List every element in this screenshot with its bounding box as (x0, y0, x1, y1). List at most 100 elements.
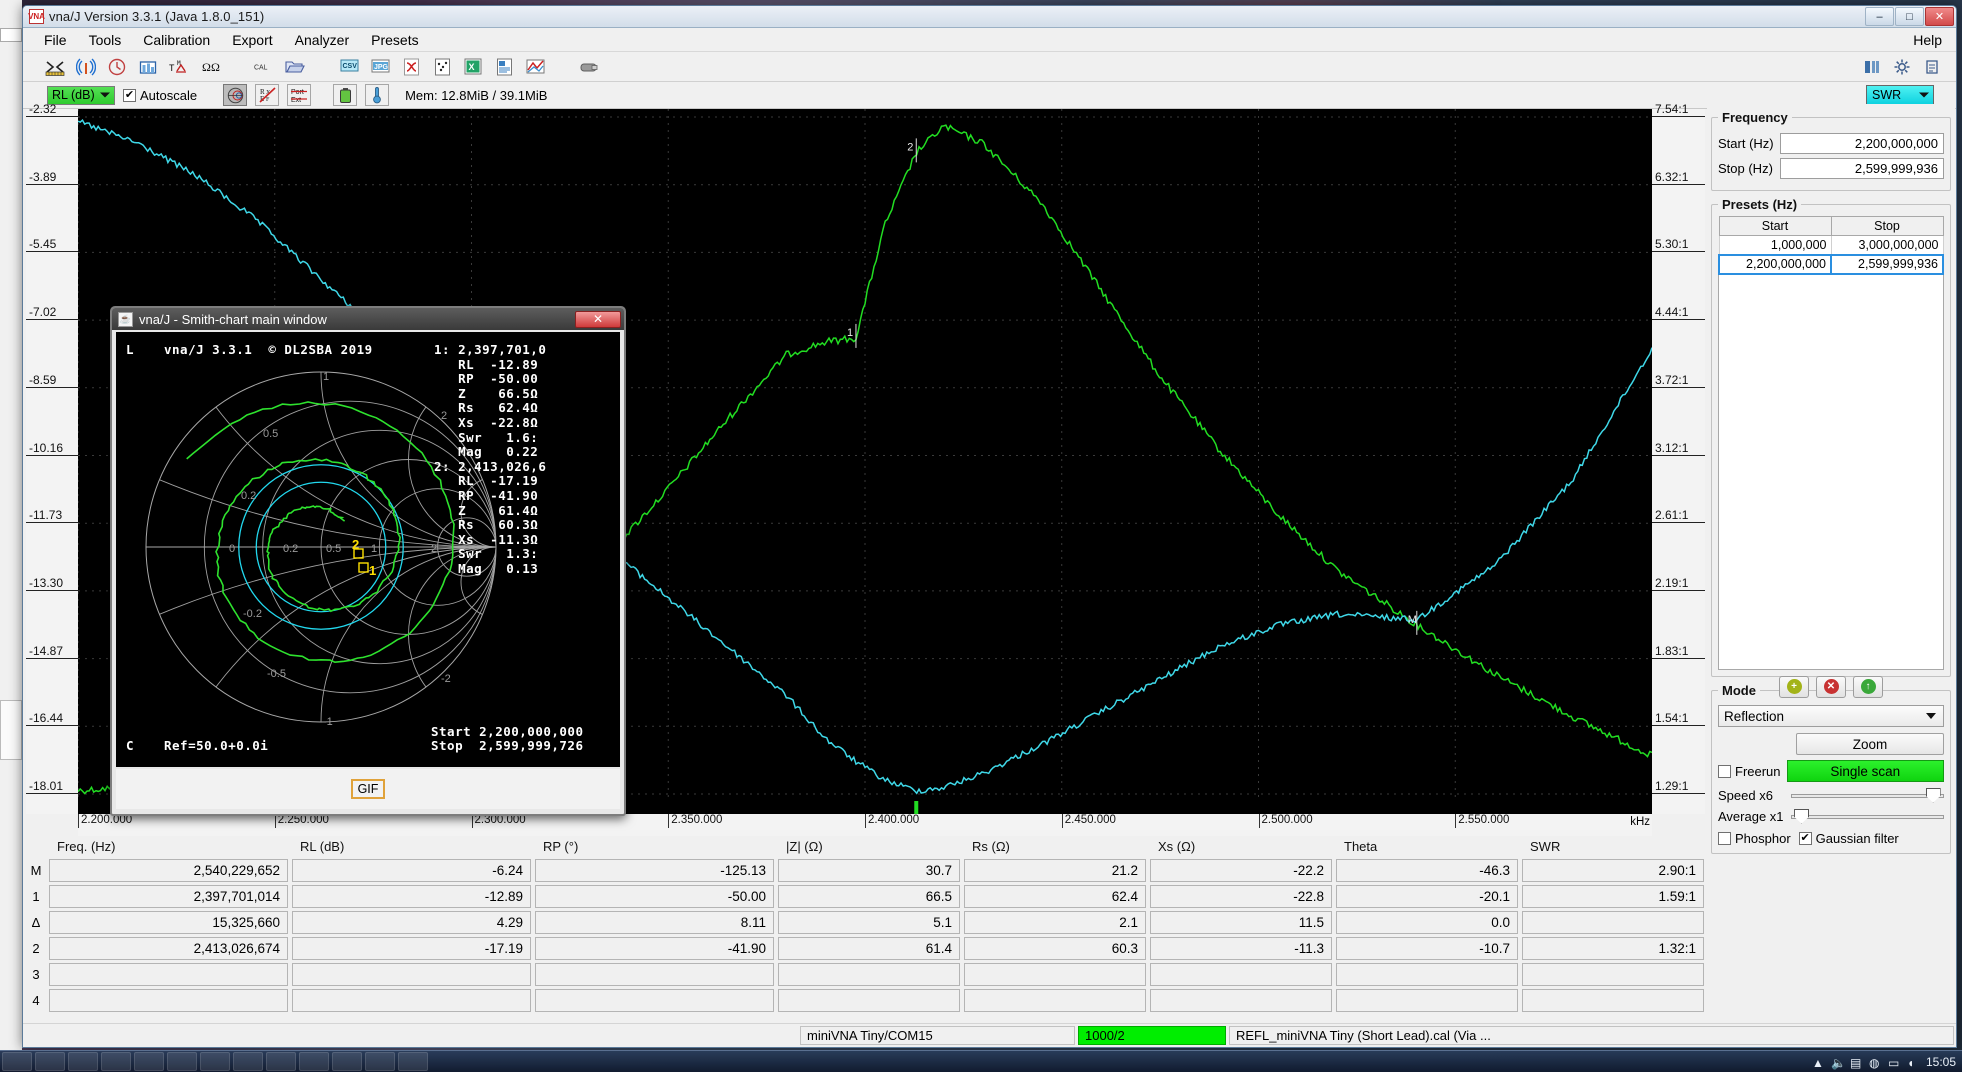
cal-icon[interactable]: CAL (254, 57, 274, 77)
table-cell-freq[interactable]: 2,413,026,674 (47, 935, 290, 961)
taskbar-item-2[interactable] (68, 1052, 98, 1071)
table-cell-z[interactable]: 66.5 (776, 883, 962, 909)
table-cell-rs[interactable]: 21.2 (962, 857, 1148, 883)
table-cell-rs[interactable] (962, 987, 1148, 1013)
usb-device-icon[interactable] (579, 57, 599, 77)
menu-file[interactable]: File (33, 29, 78, 51)
network-icon[interactable]: ◍ (1869, 1056, 1881, 1068)
table-row[interactable]: 12,397,701,014-12.89-50.0066.562.4-22.8-… (25, 883, 1766, 909)
measure-ruler-icon[interactable] (45, 57, 65, 77)
autoscale-checkbox[interactable]: ✔ Autoscale (123, 88, 197, 103)
table-cell-theta[interactable]: -10.7 (1334, 935, 1520, 961)
taskbar-clock[interactable]: 15:05 (1926, 1055, 1956, 1069)
table-cell-z[interactable]: 61.4 (776, 935, 962, 961)
taskbar-item-8[interactable] (266, 1052, 296, 1071)
trace2-select[interactable]: SWR (1866, 85, 1934, 105)
table-cell-xs[interactable]: 11.5 (1148, 909, 1334, 935)
maximize-button[interactable]: □ (1895, 7, 1924, 26)
phosphor-checkbox[interactable]: Phosphor (1718, 831, 1791, 846)
table-cell-rl[interactable]: -6.24 (290, 857, 533, 883)
battery-status[interactable] (333, 84, 357, 106)
table-cell-xs[interactable] (1148, 961, 1334, 987)
table-cell-theta[interactable] (1334, 961, 1520, 987)
pdf-export-icon[interactable] (401, 57, 421, 77)
preset-row[interactable]: 2,200,000,0002,599,999,936 (1719, 255, 1943, 274)
table-cell-z[interactable]: 5.1 (776, 909, 962, 935)
table-cell-freq[interactable] (47, 987, 290, 1013)
table-cell-rp[interactable]: -50.00 (533, 883, 776, 909)
table-cell-rp[interactable] (533, 961, 776, 987)
speed-slider[interactable] (1791, 789, 1944, 803)
table-row[interactable]: M2,540,229,652-6.24-125.1330.721.2-22.2-… (25, 857, 1766, 883)
ohm-pair-icon[interactable]: ΩΩ (200, 57, 220, 77)
table-cell-rs[interactable]: 60.3 (962, 935, 1148, 961)
table-row[interactable]: 4√MTUNE (25, 987, 1766, 1013)
table-cell-swr[interactable] (1520, 961, 1706, 987)
close-button[interactable]: ✕ (1925, 7, 1954, 26)
table-cell-z[interactable] (776, 987, 962, 1013)
clock-icon[interactable] (107, 57, 127, 77)
average-slider[interactable] (1791, 810, 1944, 824)
info-icon[interactable] (1922, 57, 1942, 77)
table-cell-rp[interactable]: -41.90 (533, 935, 776, 961)
taskbar-item-6[interactable] (200, 1052, 230, 1071)
table-row[interactable]: 22,413,026,674-17.19-41.9061.460.3-11.3-… (25, 935, 1766, 961)
start-button[interactable] (2, 1052, 32, 1071)
bar-chart-icon[interactable] (138, 57, 158, 77)
table-cell-rp[interactable]: 8.11 (533, 909, 776, 935)
table-cell-swr[interactable]: 1.59:1 (1520, 883, 1706, 909)
table-cell-xs[interactable]: -11.3 (1148, 935, 1334, 961)
presets-empty-area[interactable] (1718, 275, 1944, 670)
plot-marker[interactable]: 1 (847, 324, 856, 348)
apply-preset-button[interactable]: ↑ (1853, 676, 1883, 698)
open-folder-icon[interactable] (285, 57, 305, 77)
up-arrow-icon[interactable]: ▲ (1812, 1056, 1824, 1068)
delete-preset-button[interactable]: ✕ (1816, 676, 1846, 698)
taskbar-item-3[interactable] (101, 1052, 131, 1071)
table-cell-rs[interactable]: 2.1 (962, 909, 1148, 935)
tdr-icon[interactable]: TM (169, 57, 189, 77)
table-cell-theta[interactable]: -46.3 (1334, 857, 1520, 883)
display-icon[interactable]: ▤ (1850, 1056, 1862, 1068)
presets-table[interactable]: Start Stop 1,000,0003,000,000,0002,200,0… (1718, 216, 1944, 275)
table-cell-z[interactable]: 30.7 (776, 857, 962, 883)
taskbar-item-9[interactable] (299, 1052, 329, 1071)
menu-help[interactable]: Help (1902, 29, 1956, 51)
table-cell-freq[interactable]: 2,540,229,652 (47, 857, 290, 883)
start-frequency-input[interactable]: 2,200,000,000 (1780, 133, 1944, 154)
table-cell-z[interactable] (776, 961, 962, 987)
gaussian-checkbox[interactable]: ✔ Gaussian filter (1799, 831, 1899, 846)
menu-presets[interactable]: Presets (360, 29, 429, 51)
gif-export-button[interactable]: GIF (351, 779, 385, 799)
smith-chart-toggle[interactable] (223, 84, 247, 106)
single-scan-button[interactable]: Single scan (1787, 760, 1944, 782)
menu-analyzer[interactable]: Analyzer (284, 29, 360, 51)
volume-icon[interactable]: ◖ (1907, 1056, 1919, 1068)
table-cell-theta[interactable] (1334, 987, 1520, 1013)
excel-export-icon[interactable]: X (463, 57, 483, 77)
menu-export[interactable]: Export (221, 29, 283, 51)
table-cell-swr[interactable]: 1.32:1 (1520, 935, 1706, 961)
taskbar-item-1[interactable] (35, 1052, 65, 1071)
table-cell-theta[interactable]: 0.0 (1334, 909, 1520, 935)
taskbar-item-7[interactable] (233, 1052, 263, 1071)
smith-close-button[interactable]: ✕ (575, 311, 621, 328)
table-cell-rp[interactable] (533, 987, 776, 1013)
table-cell-xs[interactable]: -22.2 (1148, 857, 1334, 883)
report-export-icon[interactable] (494, 57, 514, 77)
table-cell-rl[interactable] (290, 987, 533, 1013)
antenna-signal-icon[interactable] (76, 57, 96, 77)
taskbar-item-11[interactable] (365, 1052, 395, 1071)
jpg-export-icon[interactable]: JPG (370, 57, 390, 77)
trace1-select[interactable]: RL (dB) (47, 86, 115, 105)
table-row[interactable]: 3√MTUNE (25, 961, 1766, 987)
smith-chart-canvas[interactable]: 0.50.200.20.512-0.2-0.512-1-212 L vna/J … (116, 332, 620, 767)
minimize-button[interactable]: – (1865, 7, 1894, 26)
menu-tools[interactable]: Tools (78, 29, 133, 51)
table-cell-swr[interactable] (1520, 987, 1706, 1013)
smith-marker-1[interactable] (359, 563, 368, 572)
stop-frequency-input[interactable]: 2,599,999,936 (1780, 158, 1944, 179)
speaker-red-icon[interactable]: 🔈 (1831, 1056, 1843, 1068)
grid-layout-icon[interactable] (1862, 57, 1882, 77)
table-cell-theta[interactable]: -20.1 (1334, 883, 1520, 909)
